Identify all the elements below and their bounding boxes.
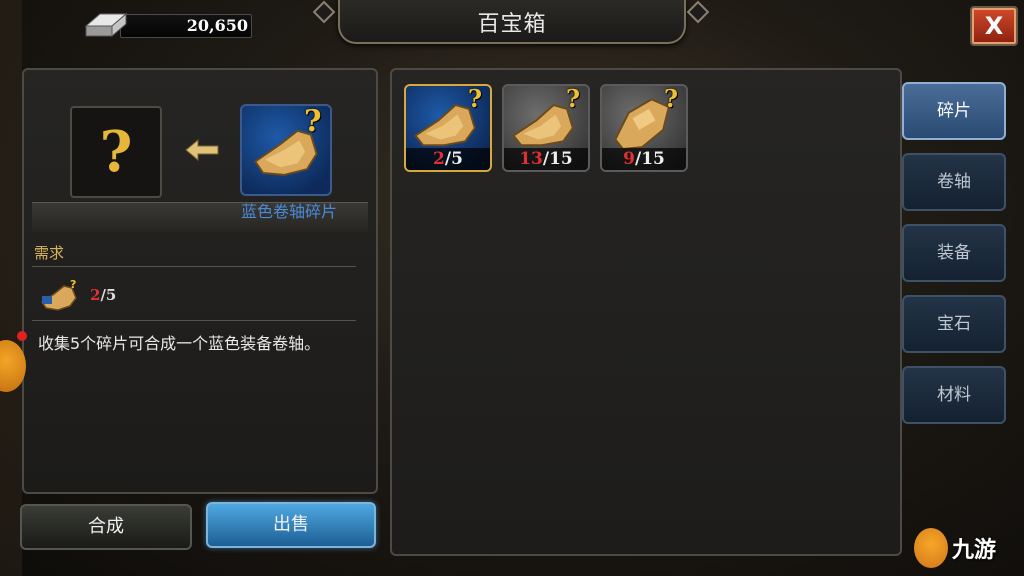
synthesis-panel: ? ? 蓝色卷轴碎片 需求 ? 2/5 收集5个碎片可合成一个蓝色装备卷轴。 [22,68,378,494]
result-slot[interactable]: ? [70,106,162,198]
watermark-mascot-icon [914,528,948,568]
source-item-slot[interactable]: ? [240,104,332,196]
inventory-grid: ? 2/5 ? 13/15 ? 9/15 [390,68,902,556]
watermark-text: 九游 [952,538,997,563]
inventory-item[interactable]: ? 2/5 [404,84,492,172]
background-shelf [0,0,22,576]
unknown-mark-icon: ? [566,84,581,113]
currency-value: 20,650 [186,16,248,35]
tab-scrolls[interactable]: 卷轴 [902,153,1006,211]
divider [32,320,356,321]
unknown-mark-icon: ? [304,104,322,139]
inventory-item[interactable]: ? 13/15 [502,84,590,172]
title-plate: 百宝箱 [338,0,686,44]
item-count: 2/5 [406,148,490,170]
divider [32,266,356,267]
title-ornament-left-icon [312,0,336,24]
unknown-mark-icon: ? [468,84,483,113]
blue-scroll-fragment-icon: ? [40,278,77,311]
synthesize-button[interactable]: 合成 [20,504,192,550]
title-ornament-right-icon [686,0,710,24]
page-title: 百宝箱 [477,12,547,37]
currency-display: 20,650 [80,8,252,40]
tab-materials[interactable]: 材料 [902,366,1006,424]
item-description: 收集5个碎片可合成一个蓝色装备卷轴。 [38,334,321,353]
tab-gems[interactable]: 宝石 [902,295,1006,353]
sell-button[interactable]: 出售 [206,502,376,548]
inventory-item[interactable]: ? 9/15 [600,84,688,172]
svg-text:?: ? [70,278,76,291]
close-button[interactable]: X [970,6,1018,46]
arrow-left-icon [185,138,219,162]
tab-fragments[interactable]: 碎片 [902,82,1006,140]
requirement-label: 需求 [34,244,65,262]
item-count: 9/15 [602,148,686,170]
tab-equipment[interactable]: 装备 [902,224,1006,282]
item-count: 13/15 [504,148,588,170]
requirement-count: 2/5 [90,286,117,304]
source-item-name: 蓝色卷轴碎片 [240,202,337,221]
unknown-mark-icon: ? [664,84,679,113]
notification-dot [17,331,27,341]
